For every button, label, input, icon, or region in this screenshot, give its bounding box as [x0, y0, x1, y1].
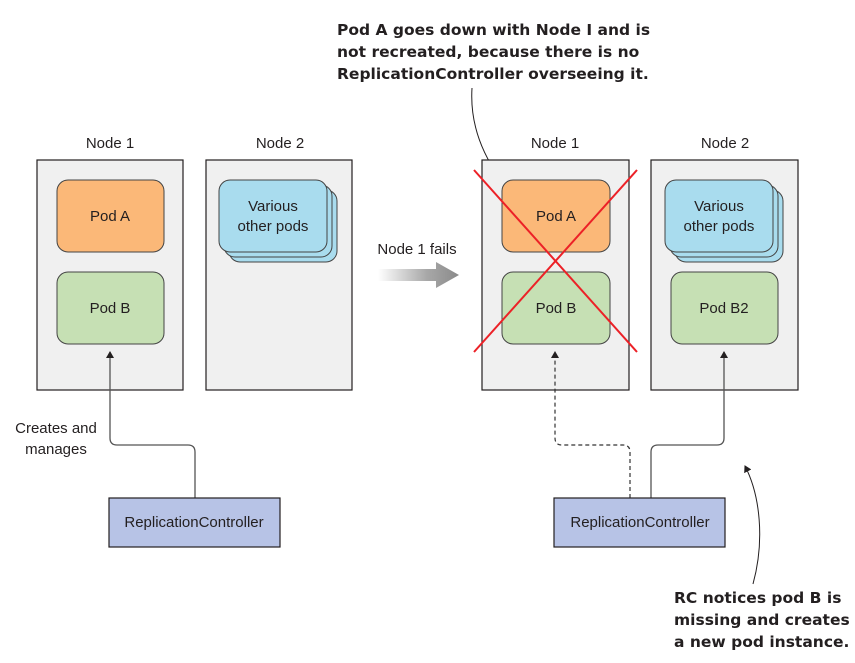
before-replication-controller-label: ReplicationController — [124, 514, 263, 531]
before-pod-b-label: Pod B — [90, 300, 131, 317]
annotation-top: Pod A goes down with Node I and is not r… — [337, 21, 650, 83]
transition-label: Node 1 fails — [377, 241, 456, 258]
annotation-top-line-3: ReplicationController overseeing it. — [337, 65, 649, 83]
before-node-2[interactable]: Node 2 Various other pods — [205, 135, 353, 391]
annotation-bottom-line-1: RC notices pod B is — [674, 589, 841, 607]
after-other-pods-line-2: other pods — [684, 218, 755, 235]
before-other-pods-line-1: Various — [248, 198, 298, 215]
after-replication-controller-label: ReplicationController — [570, 514, 709, 531]
diagram: Pod A goes down with Node I and is not r… — [15, 21, 850, 651]
annotation-top-line-1: Pod A goes down with Node I and is — [337, 21, 650, 39]
before-node-1-label: Node 1 — [86, 135, 134, 152]
after-replication-controller[interactable]: ReplicationController — [553, 497, 726, 548]
before-pod-b[interactable]: Pod B — [56, 271, 165, 345]
after-pod-a[interactable]: Pod A — [501, 179, 611, 253]
after-node-1[interactable]: Node 1 Pod A Pod B — [473, 135, 638, 391]
before-replication-controller[interactable]: ReplicationController — [108, 497, 281, 548]
after-pod-b[interactable]: Pod B — [501, 271, 611, 345]
before-other-pods-stack[interactable]: Various other pods — [218, 179, 338, 263]
annotation-bottom-arrow — [744, 465, 761, 585]
edge-label-line-2: manages — [25, 441, 87, 458]
after-node-2-label: Node 2 — [701, 135, 749, 152]
after-pod-b2[interactable]: Pod B2 — [670, 271, 779, 345]
annotation-top-line-2: not recreated, because there is no — [337, 43, 639, 61]
after-pod-b2-label: Pod B2 — [699, 300, 748, 317]
after-pod-a-label: Pod A — [536, 208, 576, 225]
transition-arrow-icon — [378, 262, 459, 288]
annotation-bottom-line-2: missing and creates — [674, 611, 850, 629]
edge-label-line-1: Creates and — [15, 420, 97, 437]
after-node-1-label: Node 1 — [531, 135, 579, 152]
after-other-pods-line-1: Various — [694, 198, 744, 215]
before-node-1[interactable]: Node 1 Pod A Pod B — [36, 135, 184, 391]
before-other-pods-line-2: other pods — [238, 218, 309, 235]
before-pod-a-label: Pod A — [90, 208, 130, 225]
after-node-2[interactable]: Node 2 Various other pods Pod B2 — [650, 135, 799, 391]
after-other-pods-stack[interactable]: Various other pods — [664, 179, 784, 263]
before-node-2-label: Node 2 — [256, 135, 304, 152]
annotation-bottom: RC notices pod B is missing and creates … — [674, 589, 850, 651]
after-pod-b-label: Pod B — [536, 300, 577, 317]
annotation-bottom-line-3: a new pod instance. — [674, 633, 849, 651]
before-pod-a[interactable]: Pod A — [56, 179, 165, 253]
